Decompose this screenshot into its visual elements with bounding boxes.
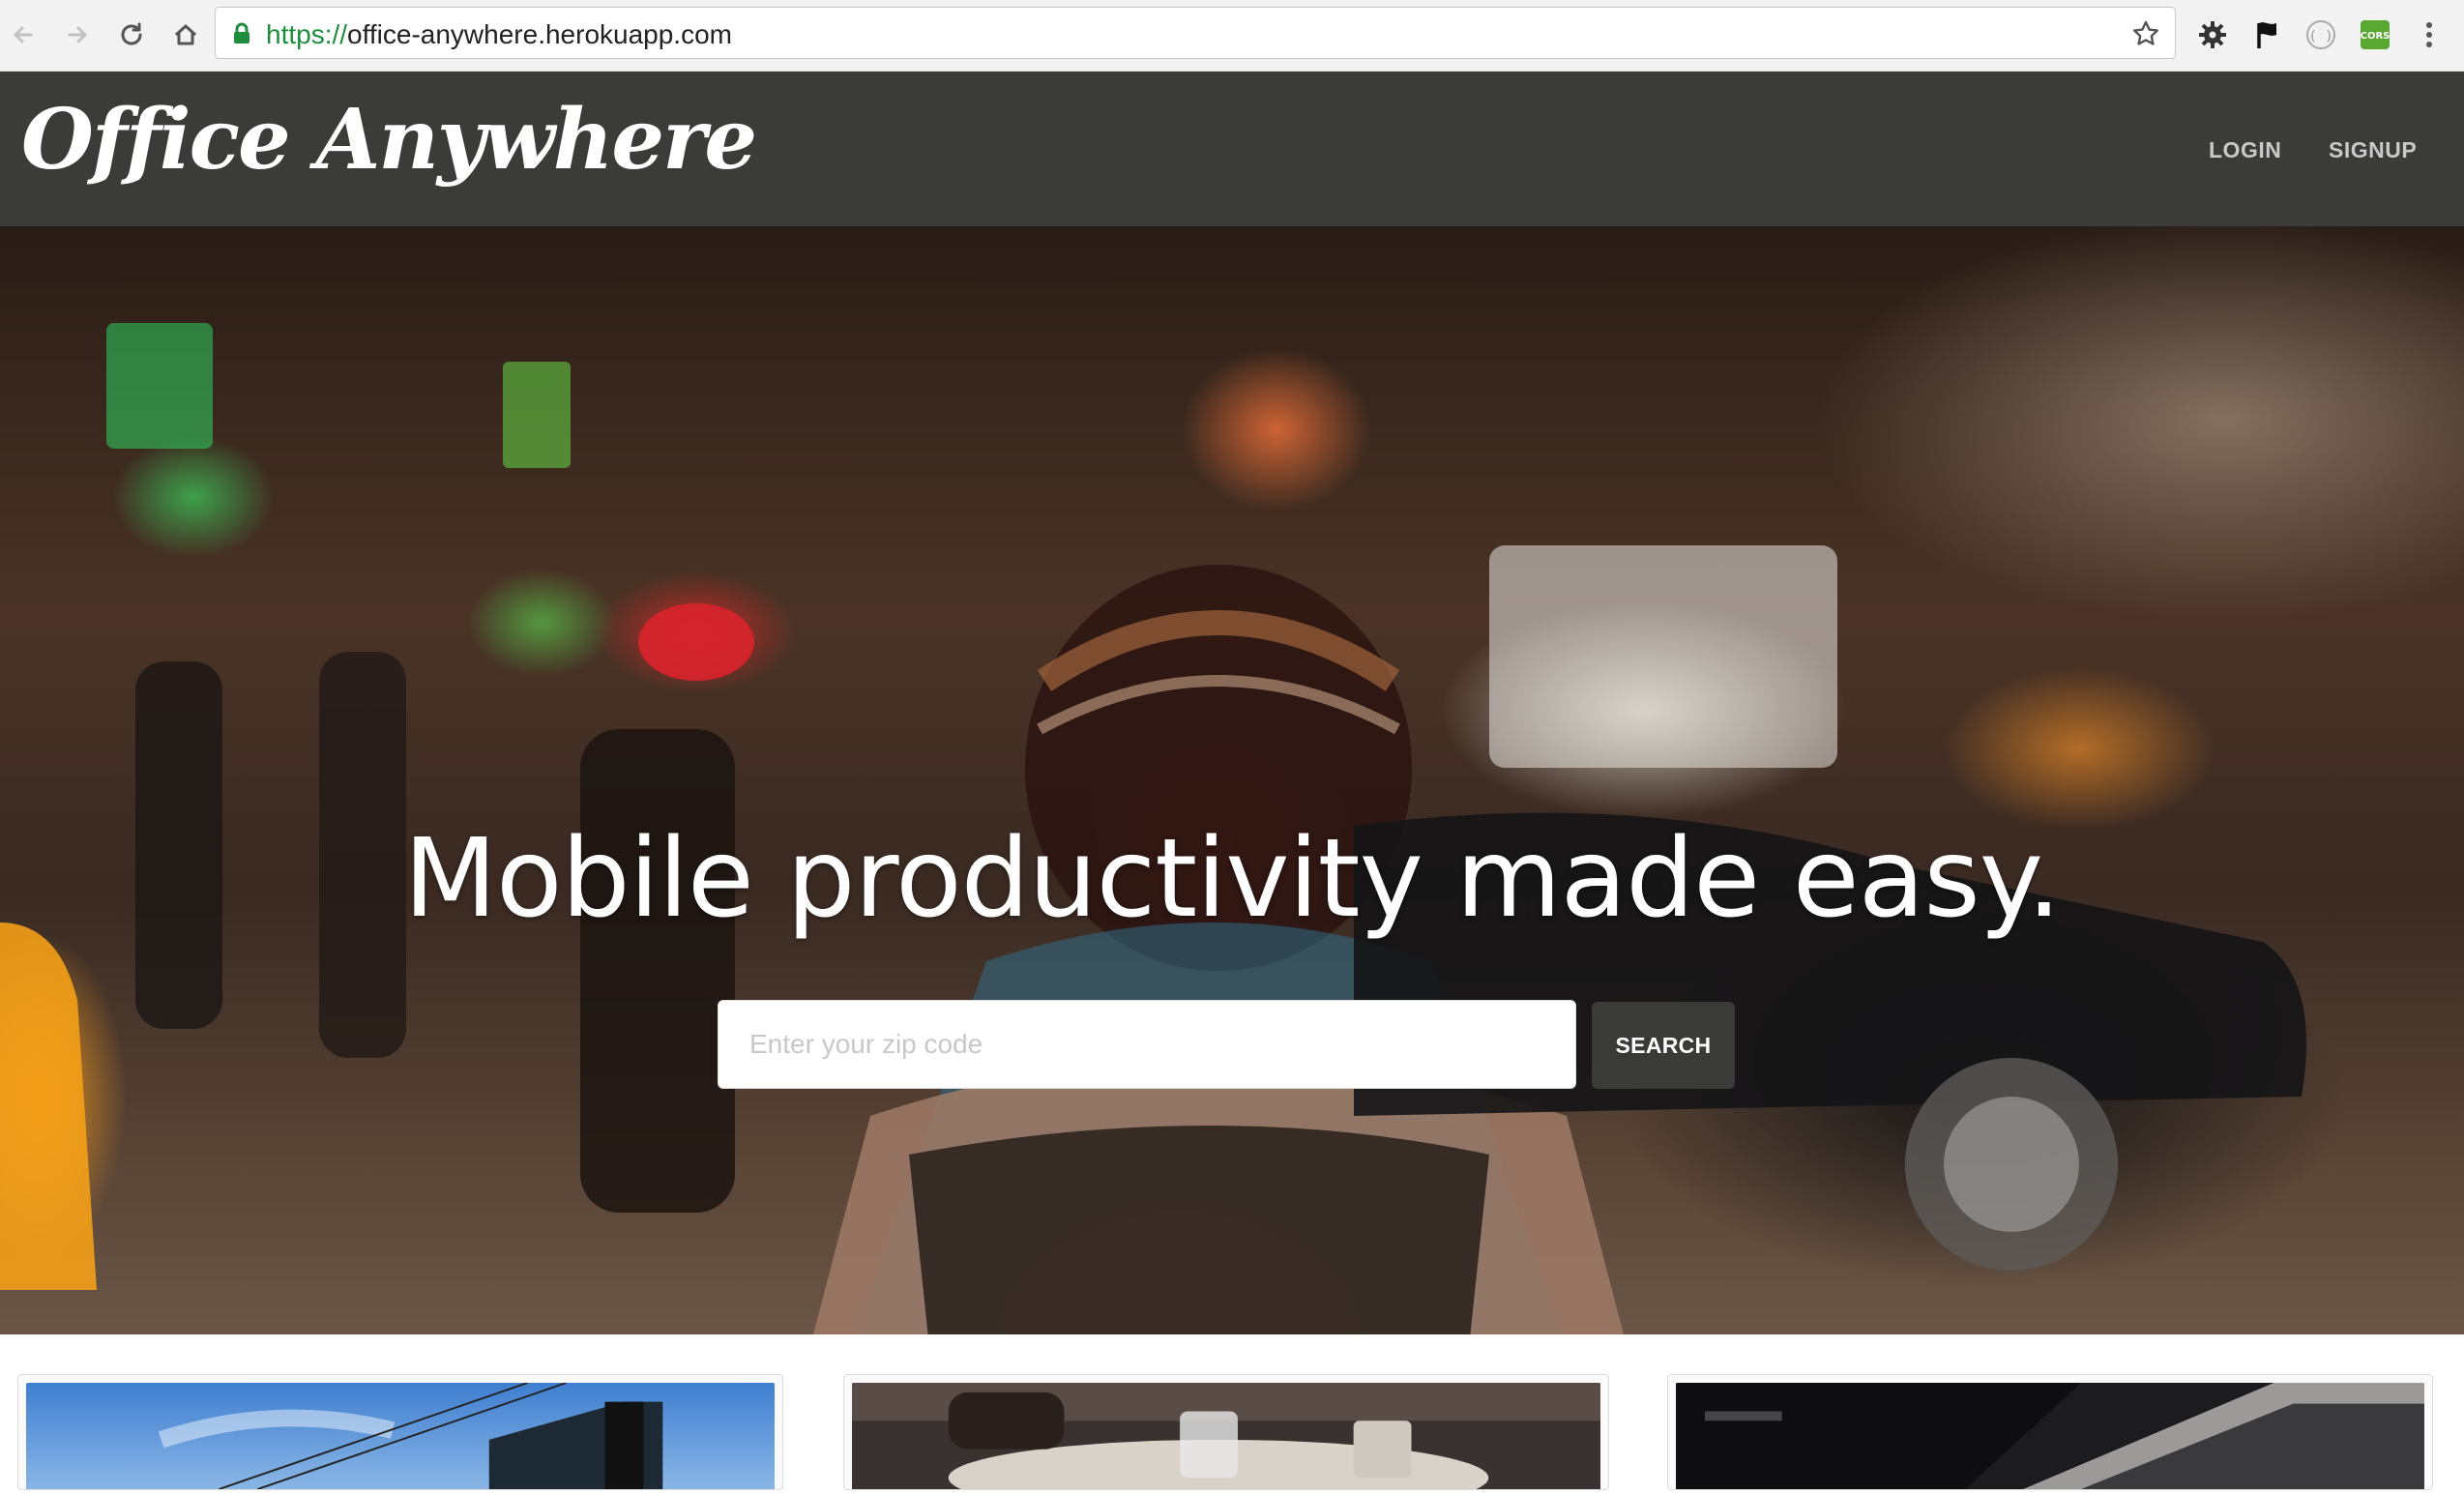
browser-toolbar: https://office-anywhere.herokuapp.com ( … [0,0,2464,72]
search-button[interactable]: SEARCH [1592,1002,1735,1089]
reload-icon[interactable] [114,17,149,52]
hero-headline: Mobile productivity made easy. [403,816,2061,942]
hero-background-image: Mobile productivity made easy. SEARCH [0,226,2464,1334]
svg-text:CORS: CORS [2361,31,2391,42]
gear-extension-icon[interactable] [2195,17,2230,52]
site-navbar: Office Anywhere LOGIN SIGNUP [0,72,2464,226]
laptop-photo [1676,1383,2424,1489]
login-link[interactable]: LOGIN [2209,137,2281,163]
flag-extension-icon[interactable] [2249,17,2284,52]
back-icon[interactable] [6,17,41,52]
home-icon[interactable] [168,17,203,52]
card-2[interactable] [843,1374,1609,1494]
url-text: https://office-anywhere.herokuapp.com [266,19,732,49]
cafe-table-photo [852,1383,1600,1494]
cors-extension-icon[interactable]: CORS [2358,17,2392,52]
address-bar[interactable]: https://office-anywhere.herokuapp.com [215,7,2176,59]
lock-icon [234,22,249,44]
signup-link[interactable]: SIGNUP [2329,137,2417,163]
card-1[interactable] [17,1374,783,1490]
card-3[interactable] [1667,1374,2433,1490]
bracket-extension-icon[interactable]: ( ) [2303,17,2338,52]
bookmark-star-icon[interactable] [2130,18,2161,49]
hero-scene-shapes [0,323,2306,1334]
forward-icon[interactable] [60,17,95,52]
menu-kebab-icon[interactable] [2412,17,2447,52]
zip-code-input[interactable] [718,1000,1576,1089]
building-photo [26,1382,775,1490]
site-logo[interactable]: Office Anywhere [21,91,757,189]
svg-text:( ): ( ) [2308,29,2332,44]
